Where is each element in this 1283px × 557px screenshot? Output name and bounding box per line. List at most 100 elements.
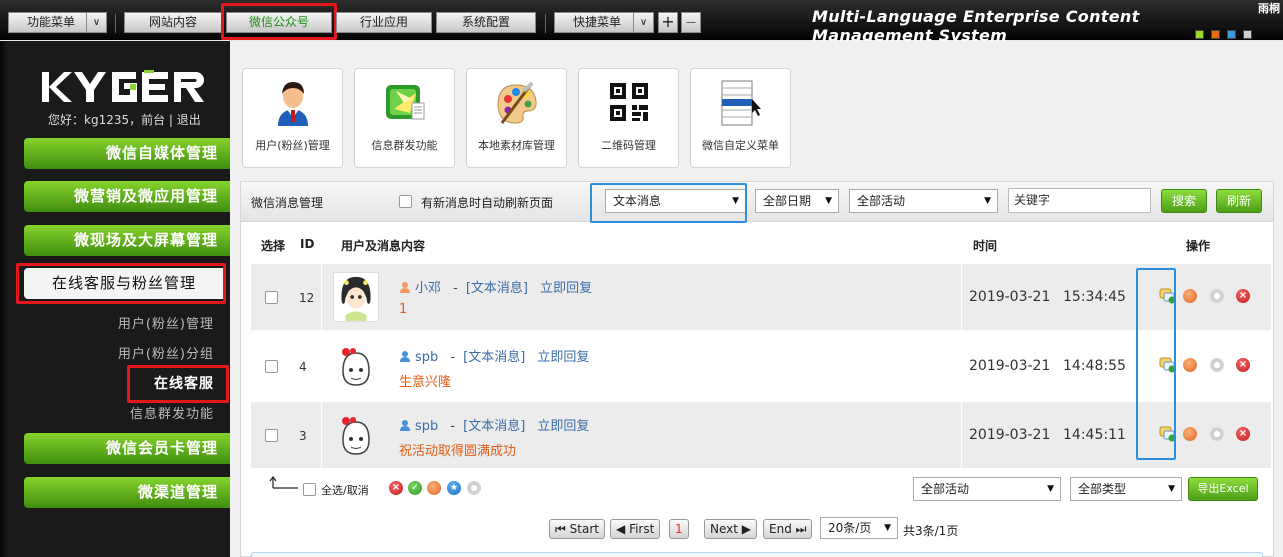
row-checkbox[interactable]	[265, 429, 278, 442]
select-all-checkbox[interactable]	[303, 483, 316, 496]
reply-now-link[interactable]: 立即回复	[537, 350, 589, 365]
brand-corner-text: 雨桐	[1258, 2, 1280, 14]
footer-activity-select[interactable]: 全部活动 ▼	[913, 477, 1061, 501]
row-username[interactable]: spb	[415, 350, 438, 365]
skin-gray-icon[interactable]	[1243, 30, 1252, 39]
disable-icon[interactable]	[1183, 289, 1197, 303]
row-username[interactable]: 小邓	[415, 281, 441, 296]
delete-icon[interactable]: ×	[1236, 427, 1250, 441]
system-title: Multi-Language Enterprise Content Manage…	[812, 7, 1140, 45]
search-button[interactable]: 搜索	[1161, 189, 1207, 213]
remove-quick-menu-button[interactable]: —	[681, 12, 701, 33]
bulk-approve-icon[interactable]: ✓	[408, 481, 422, 495]
skin-blue-icon[interactable]	[1227, 30, 1236, 39]
row-time: 14:48:55	[1063, 358, 1126, 374]
user-avatar-icon	[278, 82, 308, 126]
sidebar-section-wechat-media[interactable]: 微信自媒体管理	[24, 138, 230, 169]
delete-icon[interactable]: ×	[1236, 358, 1250, 372]
row-message-text: 生意兴隆	[399, 375, 452, 390]
row-checkbox[interactable]	[265, 291, 278, 304]
next-icon: ▶	[741, 522, 752, 536]
sidebar-item-fan-management[interactable]: 用户(粉丝)管理	[60, 313, 214, 332]
pagination-start-button[interactable]: ⏮ Start	[549, 519, 605, 539]
quick-card-local-assets[interactable]: 本地素材库管理	[466, 68, 567, 168]
sidebar-section-micro-marketing[interactable]: 微营销及微应用管理	[24, 181, 230, 212]
footer-type-select[interactable]: 全部类型 ▼	[1070, 477, 1182, 501]
user-avatar	[333, 341, 379, 391]
quick-card-qrcode[interactable]: 二维码管理	[578, 68, 679, 168]
quick-card-mass-message[interactable]: 信息群发功能	[354, 68, 455, 168]
highlight-box-wechat-menu	[221, 3, 337, 40]
pagination-first-button[interactable]: ◀ First	[610, 519, 661, 539]
activity-filter-value: 全部活动	[857, 194, 906, 208]
bulk-delete-icon[interactable]: ×	[389, 481, 403, 495]
status-icon[interactable]	[1210, 289, 1224, 303]
sidebar-section-live-screen[interactable]: 微现场及大屏幕管理	[24, 225, 230, 256]
quick-card-custom-menu[interactable]: 微信自定义菜单	[690, 68, 791, 168]
menu-website-content[interactable]: 网站内容	[124, 12, 222, 33]
row-username[interactable]: spb	[415, 419, 438, 434]
menu-divider	[545, 14, 546, 33]
quick-card-fan-management[interactable]: 用户(粉丝)管理	[242, 68, 343, 168]
disable-icon[interactable]	[1183, 358, 1197, 372]
pagination-next-label: Next	[710, 522, 738, 536]
bulk-actions-bar: 全选/取消 × ✓ ★ 全部活动 ▼ 全部类型 ▼ 导出Excel	[241, 472, 1273, 512]
row-message-type[interactable]: [文本消息]	[463, 350, 525, 365]
row-message-type[interactable]: [文本消息]	[463, 419, 525, 434]
highlight-box-reply-icons	[1136, 268, 1176, 460]
reply-now-link[interactable]: 立即回复	[537, 419, 589, 434]
highlight-box-online-service	[127, 365, 229, 403]
date-filter-select[interactable]: 全部日期 ▼	[755, 189, 839, 213]
bulk-status-icon[interactable]	[467, 481, 481, 495]
add-quick-menu-button[interactable]: +	[658, 12, 678, 33]
row-message-text: 祝活动取得圆满成功	[399, 444, 517, 459]
row-separator: -	[450, 419, 456, 434]
pagination-next-button[interactable]: Next ▶	[704, 519, 758, 539]
delete-icon[interactable]: ×	[1236, 289, 1250, 303]
function-menu-dropdown[interactable]: 功能菜单 ∨	[8, 12, 107, 33]
column-divider	[961, 402, 962, 468]
status-icon[interactable]	[1210, 358, 1224, 372]
row-message-type[interactable]: [文本消息]	[466, 281, 528, 296]
chevron-down-icon: ▼	[984, 196, 991, 206]
menu-system-config[interactable]: 系统配置	[436, 12, 536, 33]
keyword-input[interactable]: 关键字	[1008, 188, 1151, 213]
bulk-star-icon[interactable]: ★	[447, 481, 461, 495]
menu-industry-apps[interactable]: 行业应用	[336, 12, 432, 33]
pagination-current-page[interactable]: 1	[669, 519, 689, 539]
auto-refresh-checkbox[interactable]	[399, 195, 412, 208]
export-excel-button[interactable]: 导出Excel	[1188, 477, 1258, 501]
row-date: 2019-03-21	[969, 358, 1051, 374]
sidebar-item-fan-groups[interactable]: 用户(粉丝)分组	[60, 343, 214, 362]
skin-green-icon[interactable]	[1195, 30, 1204, 39]
column-header-time: 时间	[973, 239, 998, 253]
bulk-disable-icon[interactable]	[427, 481, 441, 495]
date-filter-value: 全部日期	[763, 194, 812, 208]
column-header-id: ID	[300, 237, 315, 251]
per-page-select[interactable]: 20条/页 ▼	[820, 517, 898, 539]
quick-card-label: 信息群发功能	[371, 139, 438, 152]
quick-menu-dropdown[interactable]: 快捷菜单 ∨	[554, 12, 654, 33]
skip-start-icon: ⏮	[555, 522, 566, 536]
user-greeting[interactable]: 您好：kg1235，前台 | 退出	[48, 111, 201, 128]
sidebar-section-micro-channel[interactable]: 微渠道管理	[24, 477, 230, 508]
kyger-logo	[42, 70, 204, 102]
skin-orange-icon[interactable]	[1211, 30, 1220, 39]
row-id: 12	[299, 291, 315, 305]
row-message-text: 1	[399, 302, 408, 317]
row-checkbox[interactable]	[265, 360, 278, 373]
column-divider	[321, 264, 322, 330]
chevron-down-icon: ▼	[884, 523, 891, 533]
activity-filter-select[interactable]: 全部活动 ▼	[849, 189, 998, 213]
pagination-end-button[interactable]: End ⏭	[763, 519, 813, 539]
message-panel: 微信消息管理 有新消息时自动刷新页面 文本消息 ▼ 全部日期 ▼ 全部活动 ▼ 关键字…	[240, 181, 1274, 557]
sidebar-item-mass-messaging[interactable]: 信息群发功能	[60, 403, 214, 422]
sidebar-section-member-card[interactable]: 微信会员卡管理	[24, 433, 230, 464]
reply-now-link[interactable]: 立即回复	[540, 281, 592, 296]
disable-icon[interactable]	[1183, 427, 1197, 441]
row-separator: -	[453, 281, 458, 296]
quick-card-label: 本地素材库管理	[478, 139, 555, 152]
refresh-button[interactable]: 刷新	[1216, 189, 1262, 213]
highlight-box-customer-service	[16, 263, 226, 304]
status-icon[interactable]	[1210, 427, 1224, 441]
